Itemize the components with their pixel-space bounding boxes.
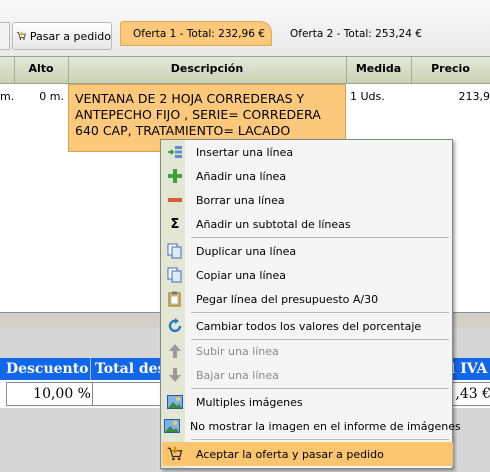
menu-item-multiples-imagenes[interactable]: Multiples imágenes <box>162 390 453 414</box>
pasar-a-pedido-label: Pasar a pedido <box>29 29 111 43</box>
total-des-value[interactable] <box>92 382 169 406</box>
menu-item-cambiar-porcentaje[interactable]: Cambiar todos los valores del porcentaje <box>162 314 453 338</box>
menu-item-label: Borrar una línea <box>196 193 285 207</box>
cell-partial: m. <box>0 90 15 103</box>
menu-item-bajar-linea[interactable]: Bajar una línea <box>162 363 453 387</box>
copy-icon <box>164 264 186 286</box>
column-header-precio[interactable]: Precio <box>411 57 490 83</box>
image-icon <box>164 415 180 437</box>
descripcion-line: 640 CAP, TRATAMIENTO= LACADO <box>75 123 291 138</box>
menu-item-label: Añadir una línea <box>196 169 287 183</box>
cell-medida: 1 Uds. <box>350 90 385 103</box>
duplicate-icon <box>164 240 186 262</box>
menu-item-aceptar-oferta[interactable]: Aceptar la oferta y pasar a pedido <box>162 442 453 466</box>
menu-item-label: Duplicar una línea <box>196 244 297 258</box>
context-menu: Insertar una línea Añadir una línea Borr… <box>160 139 461 469</box>
menu-separator <box>191 237 449 238</box>
menu-item-label: Cambiar todos los valores del porcentaje <box>196 319 422 333</box>
menu-item-pegar-linea[interactable]: Pegar línea del presupuesto A/30 <box>162 287 453 311</box>
cell-alto: 0 m. <box>39 90 64 103</box>
menu-separator <box>191 439 449 440</box>
menu-item-insertar-linea[interactable]: Insertar una línea <box>162 140 453 164</box>
totals-header-descuento: Descuento <box>6 358 91 380</box>
menu-item-label: Copiar una línea <box>196 268 286 282</box>
menu-item-label: Pegar línea del presupuesto A/30 <box>196 292 379 306</box>
descripcion-line: VENTANA DE 2 HOJA CORREDERAS Y <box>75 91 305 106</box>
menu-item-label: Bajar una línea <box>196 368 279 382</box>
column-header-partial[interactable] <box>0 57 15 83</box>
sigma-icon: Σ <box>170 216 180 232</box>
arrow-up-icon <box>164 340 186 362</box>
menu-item-copiar-linea[interactable]: Copiar una línea <box>162 263 453 287</box>
menu-item-label: Subir una línea <box>196 344 279 358</box>
menu-item-duplicar-linea[interactable]: Duplicar una línea <box>162 239 453 263</box>
menu-item-label: Multiples imágenes <box>196 395 303 409</box>
minus-icon <box>164 189 186 211</box>
grid-header: Alto Descripción Medida Precio <box>0 56 490 84</box>
tab-oferta-1-label: Oferta 1 - Total: 232,96 € <box>133 27 265 40</box>
menu-item-no-mostrar-imagen[interactable]: No mostrar la imagen en el informe de im… <box>162 414 461 438</box>
arrow-down-icon <box>164 364 186 386</box>
column-header-medida[interactable]: Medida <box>346 57 412 83</box>
descripcion-line: ANTEPECHO FIJO , SERIE= CORREDERA <box>75 107 321 122</box>
iva-value[interactable]: ,43 € <box>450 382 490 406</box>
tab-oferta-2-label: Oferta 2 - Total: 253,24 € <box>290 27 422 40</box>
column-header-alto[interactable]: Alto <box>14 57 69 83</box>
toolbar-partial-button[interactable] <box>0 22 10 50</box>
menu-item-label: Añadir un subtotal de líneas <box>196 217 351 231</box>
insert-row-icon <box>164 141 186 163</box>
menu-item-label: Aceptar la oferta y pasar a pedido <box>196 447 384 461</box>
menu-item-subir-linea[interactable]: Subir una línea <box>162 339 453 363</box>
plus-icon <box>164 165 186 187</box>
menu-item-borrar-linea[interactable]: Borrar una línea <box>162 188 453 212</box>
refresh-icon <box>164 315 186 337</box>
image-icon <box>164 391 186 413</box>
menu-item-anadir-linea[interactable]: Añadir una línea <box>162 164 453 188</box>
menu-item-anadir-subtotal[interactable]: Σ Añadir un subtotal de líneas <box>162 212 453 236</box>
toolbar: Pasar a pedido Oferta 1 - Total: 232,96 … <box>0 0 490 56</box>
cart-icon <box>164 443 186 465</box>
menu-item-label: Insertar una línea <box>196 145 294 159</box>
pasar-a-pedido-button[interactable]: Pasar a pedido <box>12 22 112 50</box>
cell-precio: 213,9 <box>458 90 490 103</box>
tab-oferta-1[interactable]: Oferta 1 - Total: 232,96 € <box>120 21 272 46</box>
column-header-descripcion[interactable]: Descripción <box>68 57 347 83</box>
tab-oferta-2[interactable]: Oferta 2 - Total: 253,24 € <box>280 21 440 46</box>
menu-item-label: No mostrar la imagen en el informe de im… <box>190 419 461 433</box>
descuento-value[interactable]: 10,00 % <box>6 382 98 406</box>
menu-separator <box>191 312 449 313</box>
menu-separator <box>191 388 449 389</box>
totals-header-iva: l IVA <box>450 361 488 377</box>
paste-icon <box>164 288 186 310</box>
cart-icon <box>16 31 26 40</box>
